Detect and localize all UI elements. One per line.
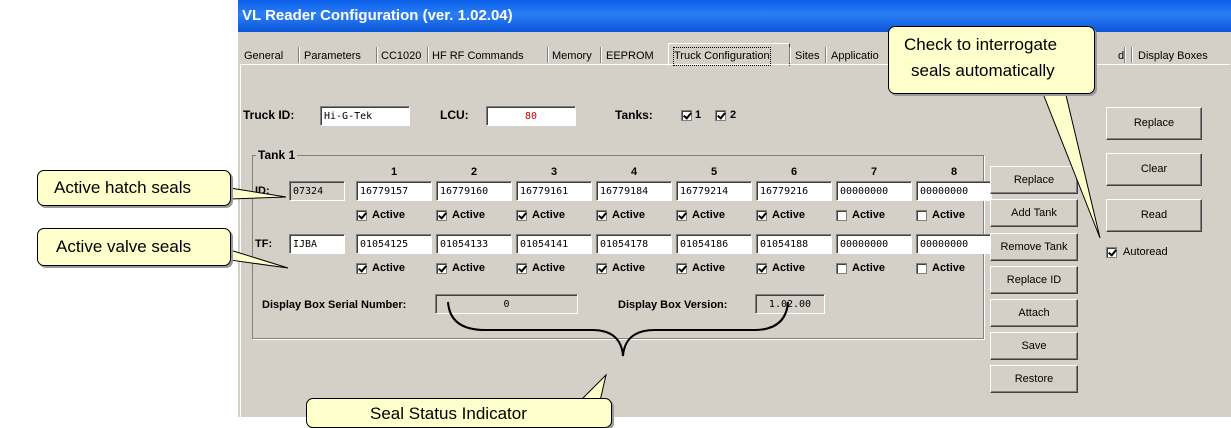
status-callout: Seal Status Indicator [306,398,612,428]
hatch-callout: Active hatch seals [37,170,231,206]
autoread-callout: Check to interrogate seals automatically [888,26,1095,94]
hatch-pointer [229,187,287,200]
autoread-pointer [1041,90,1101,239]
valve-pointer [229,249,289,269]
valve-callout: Active valve seals [37,228,231,266]
seal-status-brace [447,301,789,357]
